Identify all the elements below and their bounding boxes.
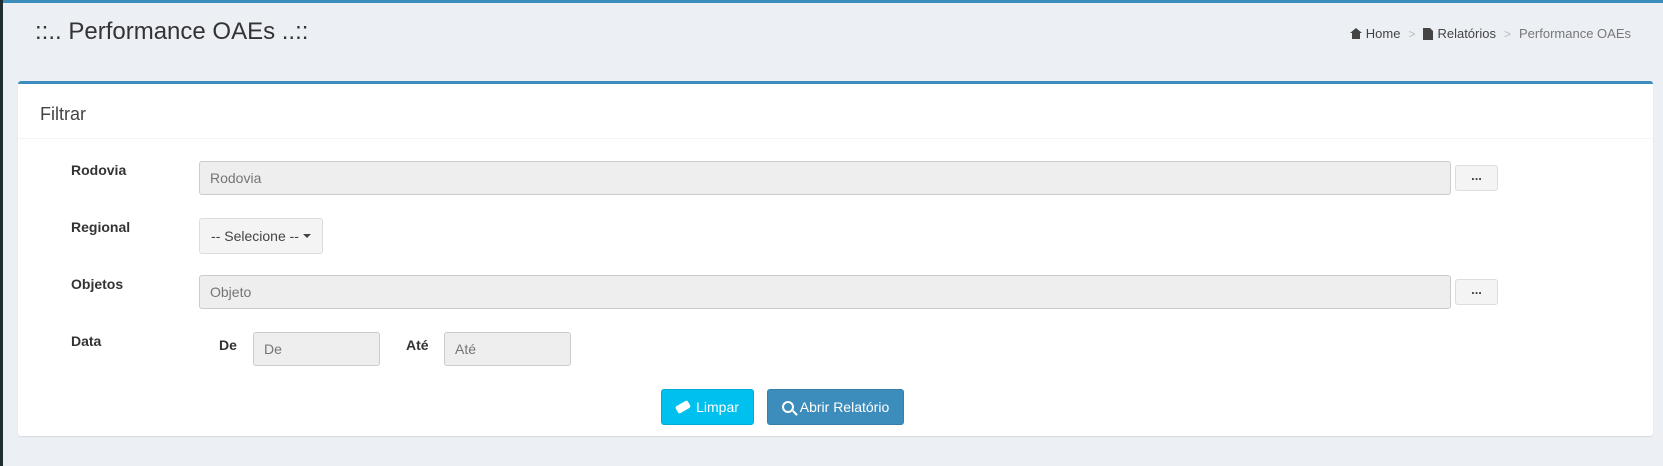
left-sidebar-edge <box>0 0 3 466</box>
breadcrumb-reports[interactable]: Relatórios <box>1423 26 1496 41</box>
objetos-input[interactable] <box>199 275 1451 309</box>
open-report-button-label: Abrir Relatório <box>799 399 890 415</box>
breadcrumb-home-label[interactable]: Home <box>1366 26 1401 41</box>
date-from-label: De <box>219 337 237 353</box>
page-title: ::.. Performance OAEs ..:: <box>35 18 309 45</box>
file-icon <box>1423 27 1434 40</box>
rodovia-lookup-button[interactable]: ... <box>1455 165 1498 191</box>
filter-panel-title: Filtrar <box>18 84 1653 139</box>
breadcrumb-separator: > <box>1408 26 1416 41</box>
date-to-label: Até <box>406 337 429 353</box>
eraser-icon <box>675 400 692 414</box>
date-from-input[interactable] <box>253 332 380 366</box>
regional-select[interactable]: -- Selecione -- <box>199 218 323 254</box>
home-icon <box>1349 28 1362 39</box>
data-label: Data <box>71 333 102 349</box>
rodovia-input[interactable] <box>199 161 1451 195</box>
clear-button[interactable]: Limpar <box>661 389 754 425</box>
objetos-lookup-button[interactable]: ... <box>1455 279 1498 305</box>
search-icon <box>781 401 794 413</box>
filter-panel: Filtrar Rodovia ... Regional -- Selecion… <box>18 81 1653 436</box>
regional-label: Regional <box>71 219 131 235</box>
clear-button-label: Limpar <box>696 399 739 415</box>
top-accent-bar <box>0 0 1663 3</box>
breadcrumb-current: Performance OAEs <box>1519 26 1631 41</box>
open-report-button[interactable]: Abrir Relatório <box>767 389 904 425</box>
regional-select-value: -- Selecione -- <box>211 228 299 244</box>
date-to-input[interactable] <box>444 332 571 366</box>
breadcrumb: Home > Relatórios > Performance OAEs <box>1349 26 1631 41</box>
rodovia-label: Rodovia <box>71 162 127 178</box>
breadcrumb-reports-label[interactable]: Relatórios <box>1437 26 1496 41</box>
breadcrumb-home[interactable]: Home <box>1349 26 1401 41</box>
objetos-label: Objetos <box>71 276 124 292</box>
chevron-down-icon <box>302 234 311 238</box>
breadcrumb-separator: > <box>1503 26 1511 41</box>
